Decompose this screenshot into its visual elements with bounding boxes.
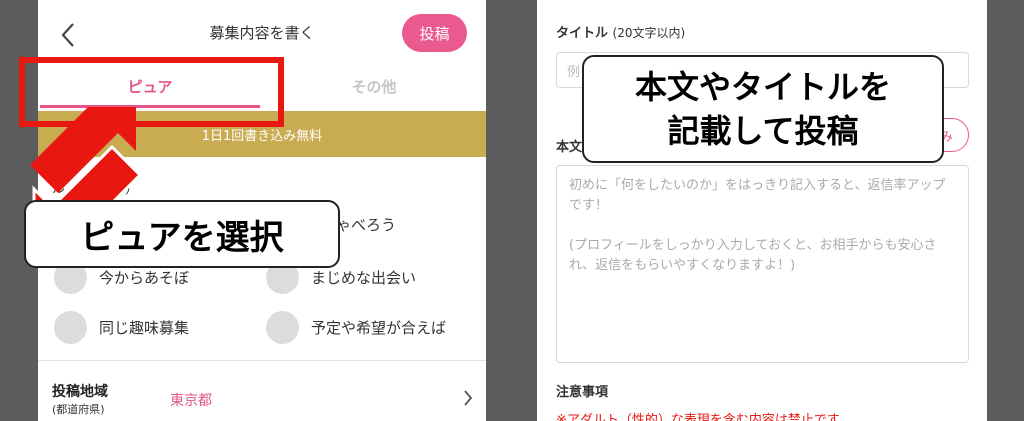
option-label: 今からあそぼ (99, 269, 190, 287)
option-label: 同じ趣味募集 (99, 319, 190, 337)
callout-write-and-post: 本文やタイトルを 記載して投稿 (582, 55, 944, 163)
radio-circle[interactable] (266, 311, 299, 344)
option-hobby[interactable]: 同じ趣味募集 (54, 311, 189, 344)
option-schedule[interactable]: 予定や希望が合えば (266, 311, 446, 344)
option-label: まじめな出会い (311, 269, 417, 287)
title-label-text: タイトル (556, 26, 609, 41)
radio-circle[interactable] (54, 311, 87, 344)
chevron-right-icon[interactable] (460, 388, 476, 408)
tab-other[interactable]: その他 (262, 76, 486, 97)
adult-content-warning: ※アダルト（性的）な表現を含む内容は禁止です (556, 413, 840, 421)
region-label: 投稿地域 (52, 384, 108, 400)
body-field-label: 本文 (556, 140, 583, 155)
notes-label: 注意事項 (556, 385, 609, 400)
body-textarea[interactable]: 初めに「何をしたいのか」をはっきり記入すると、返信率アップです！ (プロフィール… (556, 165, 969, 363)
body-placeholder-2: (プロフィールをしっかり入力しておくと、お相手からも安心され、返信をもらいやすく… (569, 238, 937, 273)
region-sublabel: (都道府県) (52, 403, 105, 416)
region-value[interactable]: 東京都 (170, 390, 212, 410)
callout-line-2: 記載して投稿 (667, 112, 859, 150)
body-placeholder-1: 初めに「何をしたいのか」をはっきり記入すると、返信率アップです！ (569, 178, 946, 213)
post-button[interactable]: 投稿 (402, 14, 467, 52)
callout-line-1: 本文やタイトルを (634, 68, 891, 106)
title-hint: (20文字以内) (612, 26, 686, 40)
callout-select-pure: ピュアを選択 (24, 200, 340, 268)
title-field-label: タイトル (20文字以内) (556, 22, 685, 41)
divider (38, 360, 486, 361)
option-label: 予定や希望が合えば (311, 319, 447, 337)
